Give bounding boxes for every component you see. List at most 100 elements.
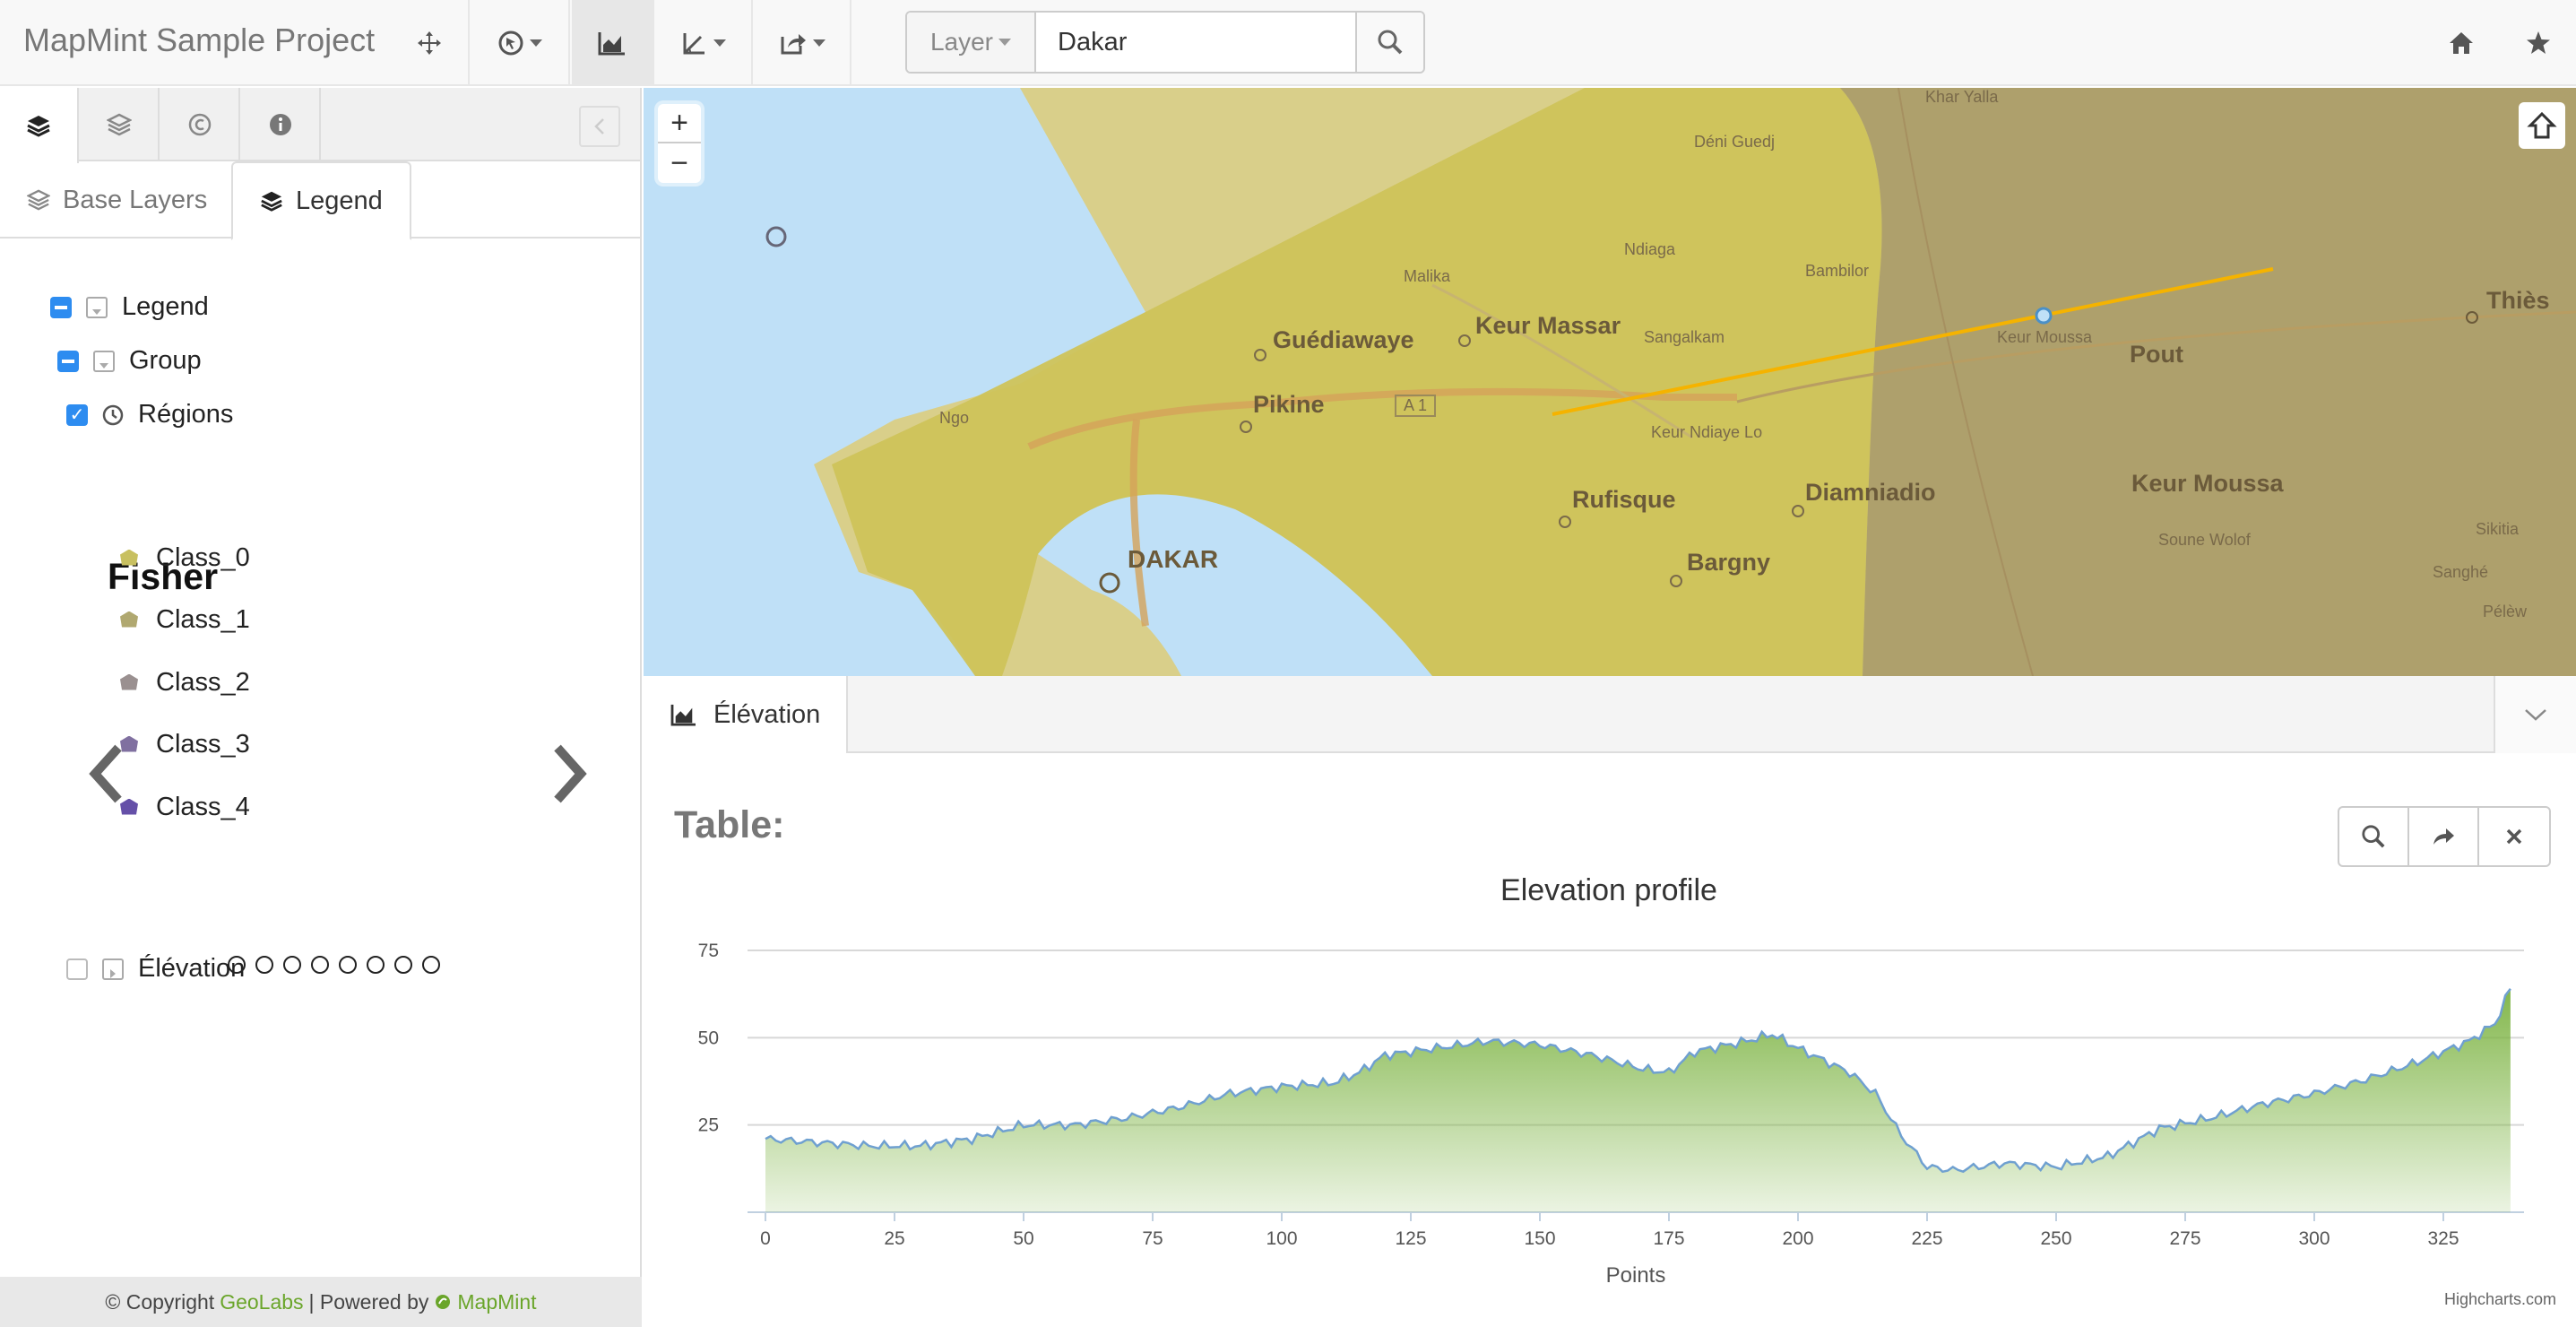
map-label-pout: Pout	[2130, 341, 2183, 368]
unchecked-checkbox[interactable]	[66, 958, 88, 980]
layer-subtabs: Base Layers Legend	[0, 161, 640, 240]
collapse-toggle-icon[interactable]	[93, 350, 115, 372]
map-label-minor: Bambilor	[1805, 262, 1870, 280]
pan-tool-button[interactable]	[391, 0, 470, 86]
x-tick-label: 250	[2040, 1228, 2071, 1249]
x-tick-label: 275	[2169, 1228, 2200, 1249]
geolabs-link[interactable]: GeoLabs	[220, 1290, 303, 1314]
map-label-diamniadio: Diamniadio	[1805, 479, 1936, 506]
carousel-dot[interactable]	[394, 956, 412, 974]
partial-checkbox[interactable]	[50, 296, 72, 318]
tree-node-group[interactable]: Group	[57, 346, 202, 376]
zoom-out-button[interactable]: −	[658, 143, 701, 183]
search-button[interactable]	[1355, 13, 1423, 72]
close-chart-button[interactable]	[2479, 808, 2549, 865]
tree-node-regions[interactable]: ✓ Régions	[66, 400, 233, 429]
app-title: MapMint Sample Project	[23, 22, 376, 58]
sidebar: Base Layers Legend Legend Group ✓ Région…	[0, 88, 642, 1327]
tree-label-legend: Legend	[122, 292, 209, 321]
x-tick-label: 175	[1653, 1228, 1684, 1249]
class-swatch-icon	[120, 549, 138, 566]
measure-tool-dropdown[interactable]	[656, 0, 753, 86]
y-tick-label: 75	[698, 941, 719, 961]
table-title: Table:	[674, 803, 785, 846]
carousel-dot[interactable]	[339, 956, 357, 974]
x-tick-label: 300	[2298, 1228, 2330, 1249]
partial-checkbox[interactable]	[57, 350, 79, 372]
layer-select-label: Layer	[929, 28, 994, 56]
map-label-minor: Ndiaga	[1624, 240, 1676, 258]
share-dropdown[interactable]	[755, 0, 851, 86]
x-tick-label: 50	[1013, 1228, 1033, 1249]
map-label-minor: Déni Guedj	[1694, 133, 1776, 151]
map-label-minor: Keur Ndiaye Lo	[1651, 423, 1763, 441]
carousel-prev-icon[interactable]	[86, 742, 127, 805]
map-label-rufisque: Rufisque	[1572, 486, 1676, 513]
expand-toggle-icon[interactable]	[102, 958, 124, 980]
tree-node-legend[interactable]: Legend	[50, 292, 209, 322]
layers-icon	[261, 191, 282, 212]
collapse-panel-button[interactable]	[2494, 676, 2576, 753]
select-tool-dropdown[interactable]	[471, 0, 570, 86]
profile-tool-button[interactable]	[572, 0, 654, 86]
carousel-indicators	[228, 956, 440, 974]
class-label: Class_4	[156, 793, 250, 821]
class-label: Class_1	[156, 605, 250, 634]
x-tick-label: 75	[1142, 1228, 1163, 1249]
bookmark-button[interactable]	[2517, 22, 2560, 65]
tab-elevation[interactable]: Élévation	[644, 676, 848, 753]
legend-class-3: Class_3	[120, 730, 250, 759]
legend-class-1: Class_1	[120, 605, 250, 635]
layer-select[interactable]: Layer	[907, 13, 1036, 72]
tab-copyright[interactable]	[161, 88, 240, 161]
tab-base-layers[interactable]: Base Layers	[0, 161, 234, 239]
stack-icon	[27, 189, 50, 211]
tree-label-elevation: Élévation	[138, 954, 246, 983]
x-tick-label: 200	[1782, 1228, 1813, 1249]
map-label-bargny: Bargny	[1687, 549, 1771, 576]
tab-layers[interactable]	[0, 88, 79, 163]
carousel-dot[interactable]	[422, 956, 440, 974]
carousel-dot[interactable]	[255, 956, 273, 974]
mapmint-link[interactable]: MapMint	[457, 1290, 536, 1314]
class-swatch-icon	[120, 673, 138, 690]
carousel-dot[interactable]	[283, 956, 301, 974]
zoom-to-extent-button[interactable]	[2519, 102, 2565, 149]
collapse-sidebar-button[interactable]	[579, 106, 620, 147]
map-label-minor: Ngo	[939, 409, 970, 427]
zoom-chart-button[interactable]	[2339, 808, 2409, 865]
copyright-text: © Copyright	[105, 1289, 215, 1314]
carousel-dot[interactable]	[311, 956, 329, 974]
checked-checkbox[interactable]: ✓	[66, 403, 88, 426]
map-label-guediawaye: Guédiawaye	[1273, 326, 1414, 353]
base-layers-label: Base Layers	[63, 185, 208, 214]
powered-text: | Powered by	[308, 1289, 429, 1314]
search-input[interactable]	[1036, 13, 1355, 72]
sidebar-footer: © Copyright GeoLabs | Powered by MapMint	[0, 1277, 642, 1327]
tab-legend[interactable]: Legend	[231, 161, 411, 240]
share-chart-button[interactable]	[2409, 808, 2479, 865]
map-label-pikine: Pikine	[1253, 391, 1325, 418]
tab-stacked-layers[interactable]	[81, 88, 160, 161]
ruler-angle-icon	[683, 33, 705, 55]
chart-toolbar	[2338, 806, 2551, 867]
top-navbar: MapMint Sample Project Layer	[0, 0, 2576, 86]
tree-label-regions: Régions	[138, 400, 234, 429]
info-icon	[270, 114, 291, 135]
tree-node-elevation[interactable]: Élévation	[66, 954, 245, 984]
carousel-dot[interactable]	[367, 956, 385, 974]
tab-info[interactable]	[242, 88, 321, 161]
clock-icon[interactable]	[102, 404, 124, 426]
copyright-icon	[188, 113, 212, 136]
map-view[interactable]: DAKAR Guédiawaye Keur Massar Pikine Rufi…	[644, 88, 2576, 676]
chart-credits: Highcharts.com	[2443, 1290, 2556, 1308]
sidebar-tabs	[0, 88, 640, 163]
x-tick-label: 25	[884, 1228, 904, 1249]
area-chart-icon	[670, 704, 696, 726]
map-label-minor: Pélèw	[2483, 603, 2528, 620]
zoom-in-button[interactable]: +	[658, 104, 701, 143]
home-button[interactable]	[2440, 22, 2483, 65]
carousel-next-icon[interactable]	[549, 742, 590, 805]
class-label: Class_0	[156, 543, 250, 572]
collapse-toggle-icon[interactable]	[86, 296, 108, 318]
